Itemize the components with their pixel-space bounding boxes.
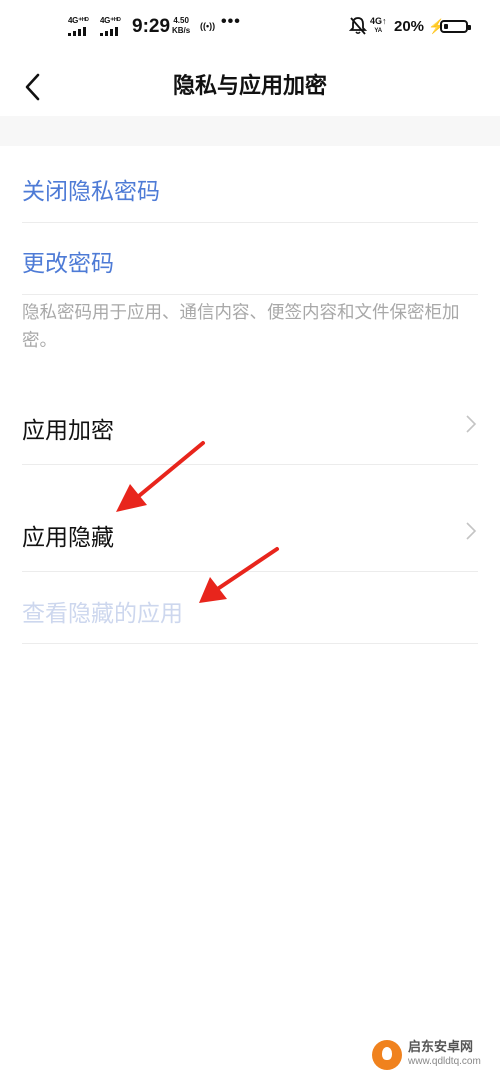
red-arrow-icon [116,441,205,512]
battery-cap [468,25,471,30]
mobile-data-sub: YA [374,28,383,34]
divider [22,643,478,644]
change-password-button[interactable]: 更改密码 [22,244,478,278]
divider [22,464,478,465]
mobile-data: 4G↑ YA [370,16,387,36]
close-privacy-password-label: 关闭隐私密码 [22,179,160,205]
view-hidden-apps-label: 查看隐藏的应用 [22,601,183,627]
privacy-description: 隐私密码用于应用、通信内容、便签内容和文件保密柜加密。 [22,303,460,351]
sim1-network-label: 4G⁺ᴴᴰ [68,16,89,25]
app-hide-label: 应用隐藏 [22,525,114,551]
watermark-url: www.qdldtq.com [408,1056,481,1067]
watermark-logo-icon [372,1040,402,1070]
view-hidden-apps-button[interactable]: 查看隐藏的应用 [22,594,478,628]
battery-percent: 20% [394,18,425,35]
sim2-signal: 4G⁺ᴴᴰ [98,16,132,38]
more-notifications-icon: ••• [221,13,241,30]
speed-value: 4.50 [173,16,189,25]
page-title: 隐私与应用加密 [172,74,327,99]
nav-bar: 隐私与应用加密 [0,56,500,116]
app-encryption-label: 应用加密 [22,418,114,444]
sim2-network-label: 4G⁺ᴴᴰ [100,16,121,25]
battery-fill [444,24,448,29]
app-hide-item[interactable]: 应用隐藏 [22,518,478,552]
divider [22,222,478,223]
nfc-icon: ((•)) [200,21,216,31]
speed-unit: KB/s [172,26,191,35]
divider [22,571,478,572]
section-gap [0,116,500,146]
network-speed: 4.50 KB/s [172,16,190,36]
divider [22,294,478,295]
signal-bars-icon [100,26,118,36]
watermark: 启东安卓网 www.qdldtq.com [372,1040,481,1070]
sim1-signal: 4G⁺ᴴᴰ [66,16,100,38]
status-time: 9:29 [132,16,171,37]
watermark-title: 启东安卓网 [408,1040,474,1055]
battery-icon [440,20,471,33]
watermark-text: 启东安卓网 www.qdldtq.com [408,1041,481,1069]
status-bar: 4G⁺ᴴᴰ 4G⁺ᴴᴰ 9:29 4.50 KB/s ((•)) ••• 4G↑… [0,0,500,56]
close-privacy-password-button[interactable]: 关闭隐私密码 [22,172,478,206]
mute-bell-icon [349,17,367,35]
chevron-right-icon [466,415,477,433]
chevron-right-icon [466,522,477,540]
mobile-data-label: 4G↑ [370,16,387,26]
app-encryption-item[interactable]: 应用加密 [22,411,478,445]
signal-bars-icon [68,26,86,36]
change-password-label: 更改密码 [22,251,114,277]
